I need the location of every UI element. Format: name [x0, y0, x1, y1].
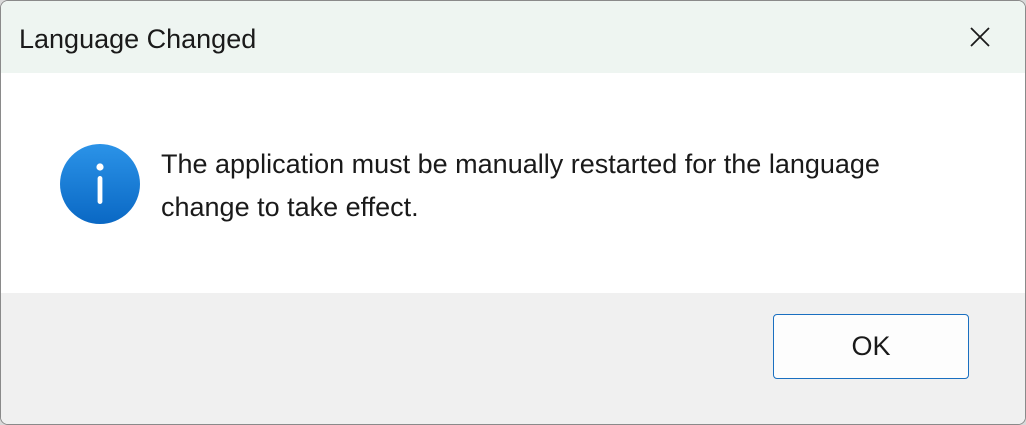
close-button[interactable] [935, 1, 1025, 73]
dialog-message: The application must be manually restart… [161, 149, 880, 222]
close-icon [970, 27, 990, 47]
button-bar: OK [1, 293, 1025, 424]
dialog-title: Language Changed [19, 24, 257, 54]
message-dialog: Language Changed The application must be… [0, 0, 1026, 425]
ok-button[interactable]: OK [773, 314, 969, 379]
info-icon [60, 144, 140, 224]
dialog-body: The application must be manually restart… [1, 73, 1025, 293]
title-bar: Language Changed [1, 1, 1025, 73]
